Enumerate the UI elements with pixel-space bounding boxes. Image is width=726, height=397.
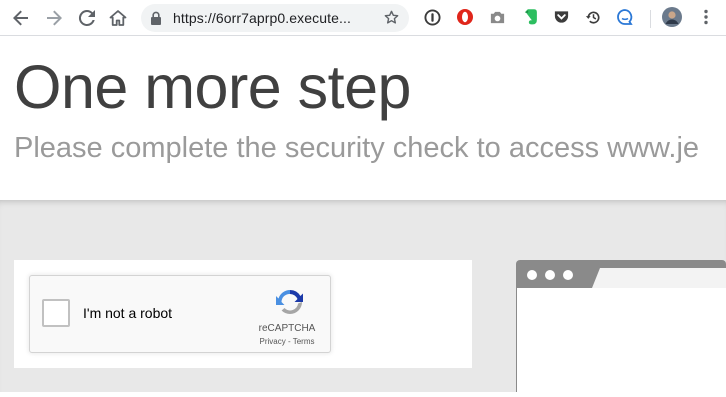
camera-icon[interactable] <box>488 8 506 26</box>
checkbox-label[interactable]: I'm not a robot <box>83 305 172 321</box>
recaptcha-brand: reCAPTCHA <box>258 323 316 334</box>
kebab-menu-icon[interactable] <box>697 8 715 26</box>
avatar[interactable] <box>662 7 682 27</box>
captcha-card: I'm not a robot reCAPTCHA Privacy - Term… <box>14 260 472 368</box>
toolbar-divider <box>650 10 651 28</box>
star-icon[interactable] <box>383 9 400 31</box>
page-title: One more step <box>14 53 411 121</box>
not-a-robot-checkbox[interactable] <box>42 299 70 327</box>
history-icon[interactable] <box>584 8 602 26</box>
1password-icon[interactable] <box>423 8 441 26</box>
terms-link[interactable]: Terms <box>293 337 315 346</box>
recaptcha-widget: I'm not a robot reCAPTCHA Privacy - Term… <box>29 275 331 353</box>
page-subtitle: Please complete the security check to ac… <box>14 132 700 164</box>
back-arrow-icon[interactable] <box>9 6 33 30</box>
address-bar[interactable]: https://6orr7aprp0.execute... <box>141 4 409 32</box>
pocket-icon[interactable] <box>552 8 570 26</box>
link-separator: - <box>285 337 293 346</box>
lock-icon[interactable] <box>150 11 162 30</box>
evernote-icon[interactable] <box>521 8 539 26</box>
chat-icon[interactable] <box>616 8 634 26</box>
recaptcha-links: Privacy - Terms <box>252 337 322 346</box>
url-text[interactable]: https://6orr7aprp0.execute... <box>173 10 383 26</box>
recaptcha-logo-icon <box>274 286 306 323</box>
home-icon[interactable] <box>106 6 130 30</box>
security-check-area: I'm not a robot reCAPTCHA Privacy - Term… <box>0 200 726 392</box>
browser-illustration <box>516 260 726 392</box>
opera-icon[interactable] <box>456 8 474 26</box>
forward-arrow-icon[interactable] <box>42 6 66 30</box>
browser-toolbar: https://6orr7aprp0.execute... <box>0 0 726 36</box>
privacy-link[interactable]: Privacy <box>260 337 286 346</box>
reload-icon[interactable] <box>75 6 99 30</box>
